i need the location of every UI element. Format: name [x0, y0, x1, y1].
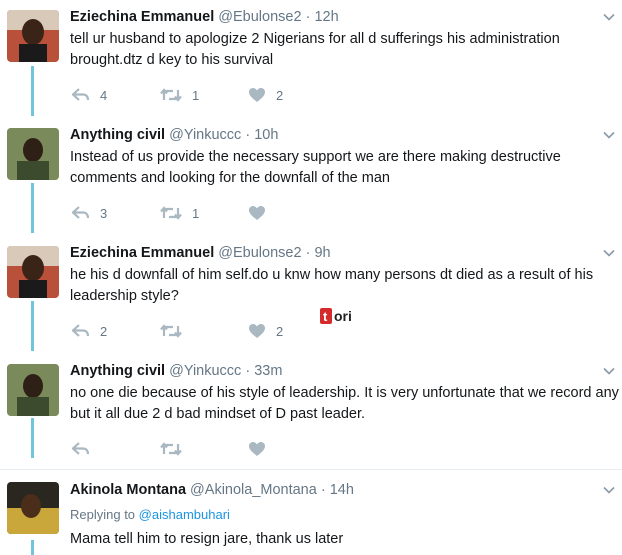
avatar[interactable]: [7, 482, 59, 534]
caret-down-icon[interactable]: [602, 128, 616, 142]
reply-button[interactable]: 2: [72, 324, 107, 339]
display-name[interactable]: Eziechina Emmanuel: [70, 245, 214, 261]
retweet-icon: [160, 442, 182, 456]
separator-dot: ·: [305, 245, 311, 261]
tweet[interactable]: Eziechina Emmanuel @Ebulonse2 · 9h he hi…: [0, 236, 622, 352]
display-name[interactable]: Akinola Montana: [70, 482, 186, 498]
reply-icon: [72, 206, 90, 219]
avatar[interactable]: [7, 10, 59, 62]
display-name[interactable]: Anything civil: [70, 363, 165, 379]
reply-count: 3: [100, 205, 108, 221]
reply-icon: [72, 88, 90, 101]
caret-down-icon[interactable]: [602, 246, 616, 260]
like-icon: [249, 324, 265, 338]
like-button[interactable]: 2: [248, 323, 283, 339]
retweet-button[interactable]: 1: [160, 88, 199, 103]
reply-button[interactable]: 3: [72, 206, 107, 221]
avatar[interactable]: [7, 364, 59, 416]
tweet[interactable]: Eziechina Emmanuel @Ebulonse2 · 12h tell…: [0, 0, 622, 116]
replying-to-mention[interactable]: @aishambuhari: [139, 507, 230, 522]
tweet-header: Eziechina Emmanuel @Ebulonse2 · 12h: [70, 9, 339, 25]
retweet-icon: [160, 88, 182, 102]
caret-down-icon[interactable]: [602, 10, 616, 24]
replying-to: Replying to @aishambuhari: [70, 507, 230, 522]
separator-dot: ·: [320, 482, 326, 498]
retweet-icon: [160, 324, 182, 338]
user-handle[interactable]: @Yinkuccc: [169, 127, 241, 143]
retweet-button[interactable]: 1: [160, 206, 199, 221]
user-handle[interactable]: @Ebulonse2: [218, 245, 301, 261]
tweet-header: Akinola Montana @Akinola_Montana · 14h: [70, 482, 354, 498]
tweet-text: Instead of us provide the necessary supp…: [70, 149, 561, 186]
separator-dot: ·: [305, 9, 311, 25]
tweet[interactable]: Anything civil @Yinkuccc · 33m no one di…: [0, 354, 622, 468]
svg-text:t: t: [323, 309, 328, 324]
retweet-count: 1: [192, 205, 200, 221]
reply-button[interactable]: 4: [72, 88, 107, 103]
timestamp[interactable]: 10h: [254, 127, 278, 143]
retweet-button[interactable]: [160, 442, 192, 456]
avatar[interactable]: [7, 128, 59, 180]
tweet-header: Anything civil @Yinkuccc · 33m: [70, 363, 282, 379]
retweet-icon: [160, 206, 182, 220]
timestamp[interactable]: 9h: [314, 245, 330, 261]
user-handle[interactable]: @Yinkuccc: [169, 363, 241, 379]
separator-dot: ·: [245, 127, 251, 143]
tweet[interactable]: Akinola Montana @Akinola_Montana · 14h R…: [0, 472, 622, 555]
tweet-text: no one die because of his style of leade…: [70, 385, 619, 422]
like-icon: [249, 206, 265, 220]
reply-count: 4: [100, 87, 108, 103]
like-icon: [249, 442, 265, 456]
user-handle[interactable]: @Ebulonse2: [218, 9, 301, 25]
tweet-text: he his d downfall of him self.do u knw h…: [70, 267, 594, 304]
reply-icon: [72, 324, 90, 337]
reply-count: 2: [100, 323, 108, 339]
like-button[interactable]: 2: [248, 87, 283, 103]
caret-down-icon[interactable]: [602, 483, 616, 497]
user-handle[interactable]: @Akinola_Montana: [190, 482, 317, 498]
reply-button[interactable]: [72, 442, 100, 456]
display-name[interactable]: Anything civil: [70, 127, 165, 143]
like-icon: [249, 88, 265, 102]
reply-icon: [72, 442, 90, 455]
retweet-count: 1: [192, 87, 200, 103]
retweet-button[interactable]: [160, 324, 192, 338]
timestamp[interactable]: 14h: [330, 482, 354, 498]
tweet-text: Mama tell him to resign jare, thank us l…: [70, 531, 344, 547]
tweet-header: Eziechina Emmanuel @Ebulonse2 · 9h: [70, 245, 331, 261]
display-name[interactable]: Eziechina Emmanuel: [70, 9, 214, 25]
like-button[interactable]: [248, 441, 276, 457]
timestamp[interactable]: 12h: [314, 9, 338, 25]
replying-to-label: Replying to: [70, 507, 136, 522]
caret-down-icon[interactable]: [602, 364, 616, 378]
tweet-text: tell ur husband to apologize 2 Nigerians…: [70, 31, 560, 68]
tori-logo: t ori: [318, 306, 362, 328]
avatar[interactable]: [7, 246, 59, 298]
like-count: 2: [276, 87, 284, 103]
svg-text:ori: ori: [334, 308, 352, 324]
like-button[interactable]: [248, 205, 276, 221]
tweet-header: Anything civil @Yinkuccc · 10h: [70, 127, 278, 143]
divider: [0, 469, 622, 470]
timestamp[interactable]: 33m: [254, 363, 282, 379]
separator-dot: ·: [245, 363, 251, 379]
tweet[interactable]: Anything civil @Yinkuccc · 10h Instead o…: [0, 118, 622, 234]
like-count: 2: [276, 323, 284, 339]
